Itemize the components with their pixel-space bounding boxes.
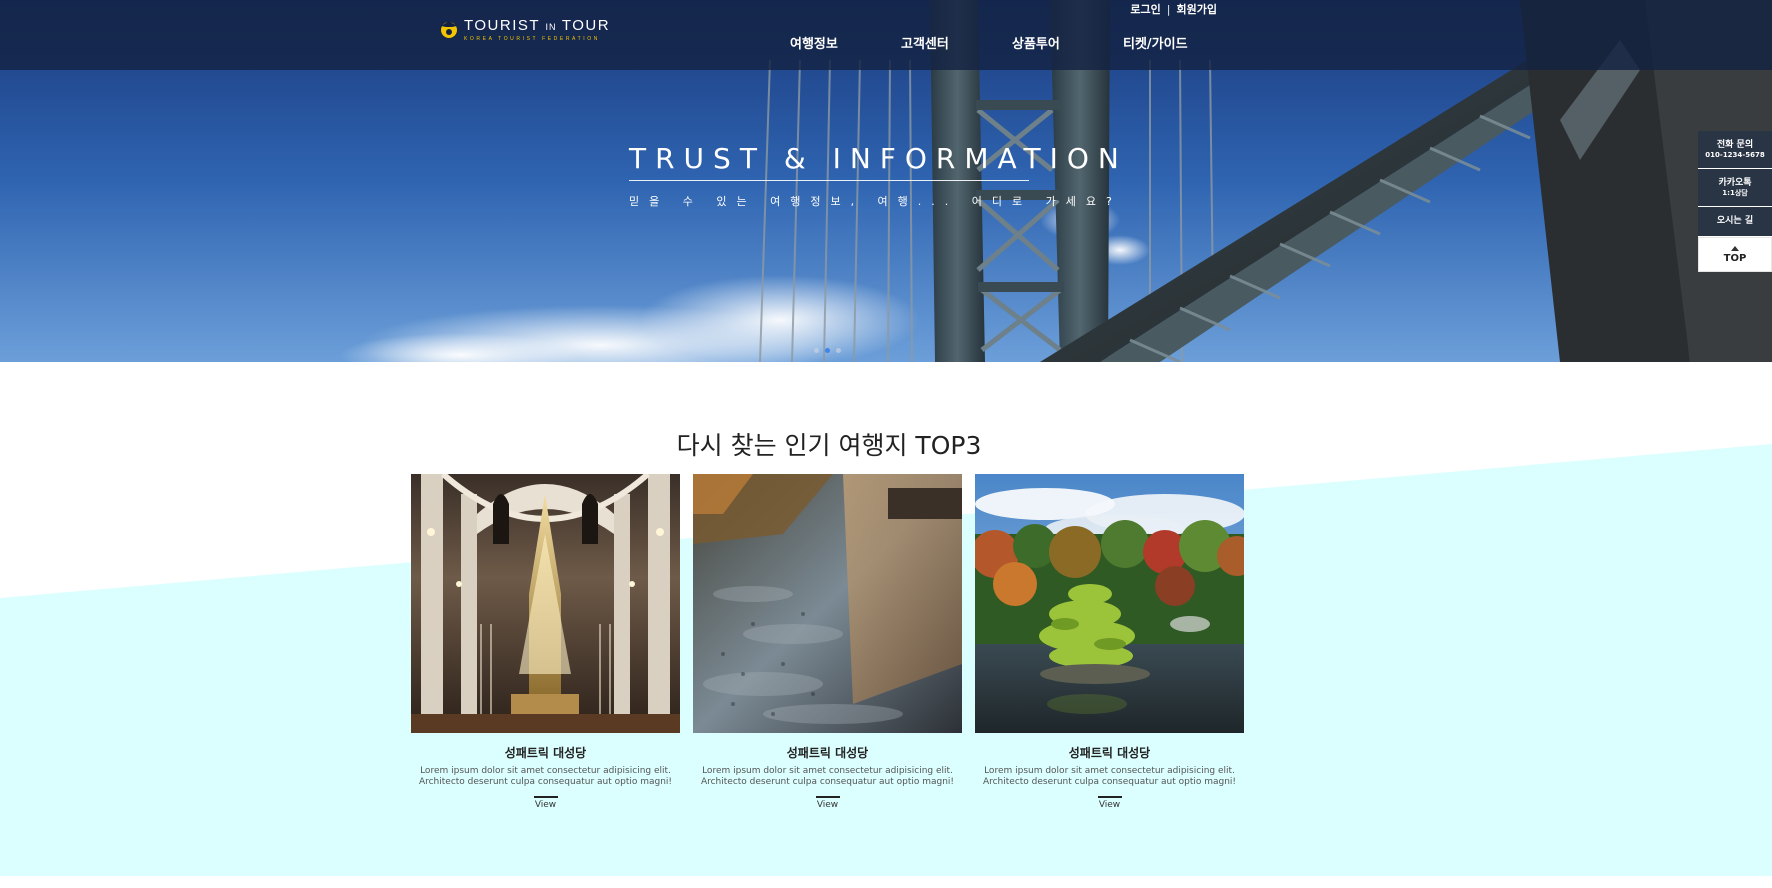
card-desc-line: Architecto deserunt culpa consequatur au… — [418, 777, 673, 787]
signup-link[interactable]: 회원가입 — [1177, 1, 1217, 17]
logo-title-main: TOURIST — [464, 17, 540, 34]
quick-directions[interactable]: 오시는 길 — [1698, 207, 1772, 237]
util-separator: | — [1166, 2, 1171, 16]
quick-kakao-label: 카카오톡 — [1718, 177, 1752, 188]
section-title: 다시 찾는 인기 여행지 TOP3 — [676, 431, 982, 460]
logo-title: TOURIST IN TOUR — [464, 18, 610, 35]
hero-subtitle: 믿을 수 있는 여행정보, 여행... 어디로 가세요? — [629, 195, 1122, 208]
quick-kakao-sub: 1:1상담 — [1722, 188, 1748, 197]
site-logo[interactable]: TOURIST IN TOUR KOREA TOURIST FEDERATION — [438, 18, 610, 46]
hero-title: TRUST & INFORMATION — [629, 142, 1128, 175]
quick-directions-label: 오시는 길 — [1716, 216, 1754, 226]
card-desc-line: Lorem ipsum dolor sit amet consectetur a… — [420, 766, 671, 776]
card-view-link[interactable]: View — [1097, 796, 1122, 810]
hero-divider — [629, 180, 1029, 181]
logo-text: TOURIST IN TOUR KOREA TOURIST FEDERATION — [464, 18, 610, 43]
card-view-link[interactable]: View — [533, 796, 558, 810]
destination-card: 성패트릭 대성당 Lorem ipsum dolor sit amet cons… — [693, 474, 962, 810]
reflecting-pool-photo[interactable] — [693, 474, 962, 733]
slider-dot-3[interactable] — [836, 348, 841, 353]
page: TOURIST IN TOUR KOREA TOURIST FEDERATION… — [0, 0, 1772, 888]
card-desc-line: Architecto deserunt culpa consequatur au… — [700, 777, 955, 787]
logo-subtitle: KOREA TOURIST FEDERATION — [464, 36, 600, 42]
nav-item-customer-center[interactable]: 고객센터 — [901, 33, 1012, 52]
util-links: 로그인 | 회원가입 — [1130, 1, 1217, 17]
destination-card: 성패트릭 대성당 Lorem ipsum dolor sit amet cons… — [975, 474, 1244, 810]
quick-kakaotalk[interactable]: 카카오톡 1:1상담 — [1698, 169, 1772, 207]
japanese-garden-photo[interactable] — [975, 474, 1244, 733]
quick-phone-inquiry[interactable]: 전화 문의 010-1234-5678 — [1698, 131, 1772, 169]
hero-copy: TRUST & INFORMATION 믿을 수 있는 여행정보, 여행... … — [629, 142, 1128, 209]
cathedral-interior-photo[interactable] — [411, 474, 680, 733]
slider-pagination — [814, 348, 841, 353]
main-nav: 여행정보 고객센터 상품투어 티켓/가이드 — [790, 33, 1213, 52]
popular-destinations-section: 다시 찾는 인기 여행지 TOP3 성패트릭 대성당 Lorem ipsum d… — [0, 362, 1772, 876]
nav-item-travel-info[interactable]: 여행정보 — [790, 33, 901, 52]
hero-slider: TOURIST IN TOUR KOREA TOURIST FEDERATION… — [0, 0, 1772, 362]
arrow-up-icon — [1731, 245, 1739, 251]
logo-emblem-icon — [438, 18, 460, 40]
card-desc-line: Lorem ipsum dolor sit amet consectetur a… — [702, 766, 953, 776]
card-description: Lorem ipsum dolor sit amet consectetur a… — [693, 766, 962, 788]
slider-dot-2[interactable] — [825, 348, 830, 353]
nav-item-ticket-guide[interactable]: 티켓/가이드 — [1123, 33, 1213, 52]
destination-cards: 성패트릭 대성당 Lorem ipsum dolor sit amet cons… — [411, 474, 1244, 810]
slider-dot-1[interactable] — [814, 348, 819, 353]
quick-phone-label: 전화 문의 — [1716, 139, 1754, 150]
card-title[interactable]: 성패트릭 대성당 — [1069, 744, 1150, 761]
scroll-top-button[interactable]: TOP — [1698, 237, 1772, 272]
card-view-link[interactable]: View — [815, 796, 840, 810]
destination-card: 성패트릭 대성당 Lorem ipsum dolor sit amet cons… — [411, 474, 680, 810]
logo-title-end: TOUR — [561, 17, 611, 34]
logo-title-small: IN — [545, 22, 557, 32]
card-description: Lorem ipsum dolor sit amet consectetur a… — [975, 766, 1244, 788]
card-title[interactable]: 성패트릭 대성당 — [787, 744, 868, 761]
card-desc-line: Architecto deserunt culpa consequatur au… — [982, 777, 1237, 787]
card-desc-line: Lorem ipsum dolor sit amet consectetur a… — [984, 766, 1235, 776]
login-link[interactable]: 로그인 — [1130, 1, 1160, 17]
scroll-top-label: TOP — [1723, 252, 1747, 264]
quick-phone-number: 010-1234-5678 — [1705, 150, 1765, 159]
quick-menu: 전화 문의 010-1234-5678 카카오톡 1:1상담 오시는 길 TOP — [1698, 131, 1772, 272]
card-title[interactable]: 성패트릭 대성당 — [505, 744, 586, 761]
card-description: Lorem ipsum dolor sit amet consectetur a… — [411, 766, 680, 788]
nav-item-product-tour[interactable]: 상품투어 — [1012, 33, 1123, 52]
